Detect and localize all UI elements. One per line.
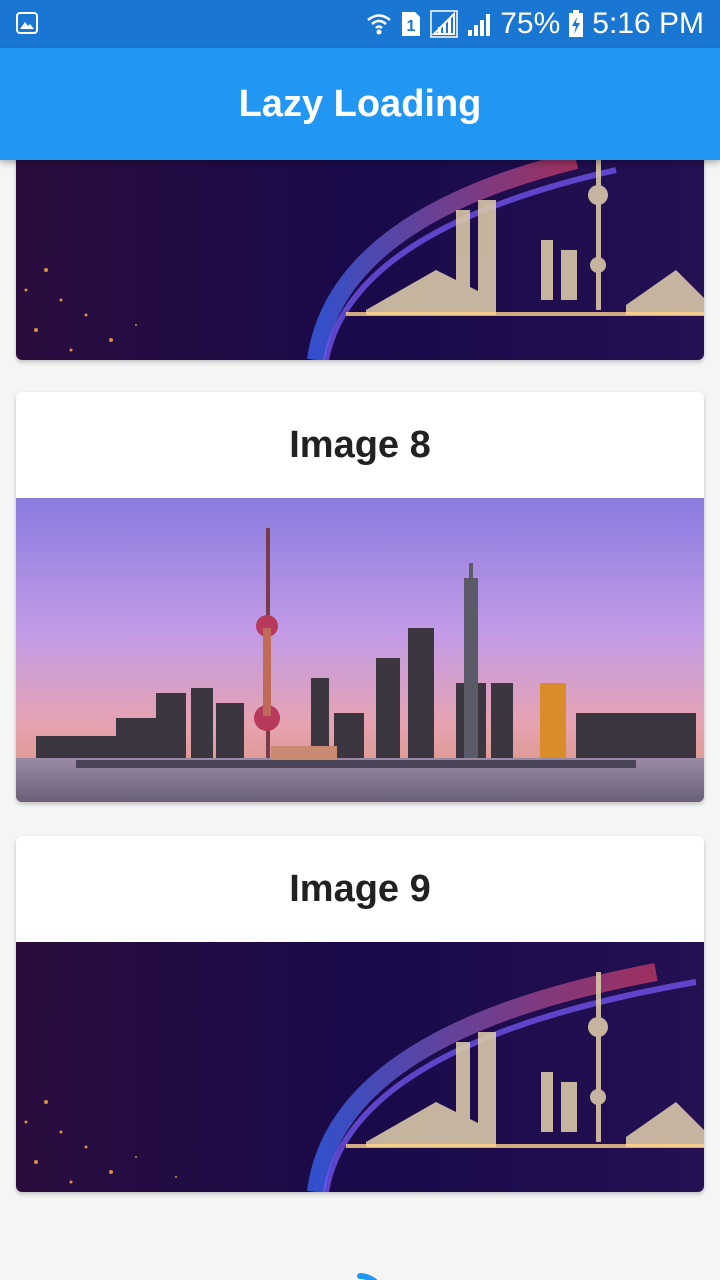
image-card[interactable]: Image 8 (16, 392, 704, 802)
signal-icon (430, 10, 458, 38)
app-bar: Lazy Loading (0, 48, 720, 160)
card-title: Image 8 (289, 423, 431, 466)
app-title: Lazy Loading (238, 82, 482, 125)
signal-icon (468, 14, 491, 36)
image-card[interactable] (16, 160, 704, 360)
card-title: Image 9 (289, 867, 431, 910)
gallery-icon (16, 12, 38, 34)
battery-percent: 75% (500, 7, 561, 40)
night-skyline-image (16, 160, 704, 360)
status-bar: 1 75% 5:16 PM (0, 0, 720, 48)
sim-icon: 1 (402, 12, 421, 36)
sim-label: 1 (407, 18, 416, 35)
battery-charging-icon (569, 10, 584, 37)
loading-spinner-icon (357, 1273, 378, 1280)
wifi-icon (367, 14, 392, 35)
clock: 5:16 PM (592, 7, 704, 40)
sunset-skyline-image (16, 498, 704, 802)
image-list[interactable]: Image 8 Image 9 (0, 160, 720, 1280)
image-card[interactable]: Image 9 (16, 836, 704, 1192)
night-skyline-image (16, 942, 704, 1192)
